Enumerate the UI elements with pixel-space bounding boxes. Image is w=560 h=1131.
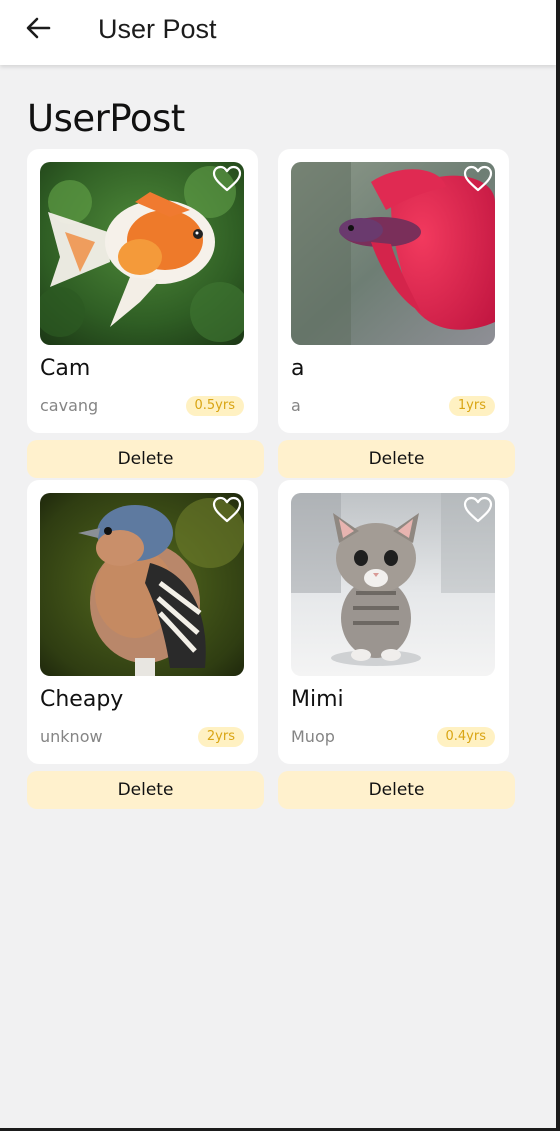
pet-name: a xyxy=(291,356,305,381)
delete-button[interactable]: Delete xyxy=(278,771,515,809)
app-bar-title: User Post xyxy=(98,14,217,44)
arrow-left-icon xyxy=(26,17,51,39)
pet-breed: Muop xyxy=(291,727,335,746)
age-badge: 2yrs xyxy=(197,727,244,747)
pet-photo-tabby-kitten xyxy=(291,493,495,676)
heart-outline-icon xyxy=(212,496,242,523)
post-card[interactable]: Mimi Muop 0.4yrs xyxy=(278,480,509,764)
pet-breed: cavang xyxy=(40,396,99,415)
screen: User Post UserPost Cam cavang 0.5yrs Del… xyxy=(0,0,560,1131)
pet-photo-goldfish xyxy=(40,162,244,345)
pet-name: Cheapy xyxy=(40,687,124,712)
heart-outline-icon xyxy=(463,165,493,192)
post-card[interactable]: a a 1yrs xyxy=(278,149,509,433)
pet-photo-betta-fish xyxy=(291,162,495,345)
pet-name: Cam xyxy=(40,356,91,381)
pet-breed: unknow xyxy=(40,727,103,746)
favorite-button[interactable] xyxy=(212,495,242,525)
age-badge: 0.4yrs xyxy=(436,727,495,747)
app-bar: User Post xyxy=(0,0,556,65)
favorite-button[interactable] xyxy=(212,164,242,194)
age-badge: 1yrs xyxy=(448,396,495,416)
delete-button[interactable]: Delete xyxy=(27,771,264,809)
favorite-button[interactable] xyxy=(463,164,493,194)
age-badge: 0.5yrs xyxy=(185,396,244,416)
post-card[interactable]: Cam cavang 0.5yrs xyxy=(27,149,258,433)
heart-outline-icon xyxy=(212,165,242,192)
page-heading: UserPost xyxy=(27,97,185,140)
pet-name: Mimi xyxy=(291,687,344,712)
back-button[interactable] xyxy=(18,10,58,46)
delete-button[interactable]: Delete xyxy=(27,440,264,478)
heart-outline-icon xyxy=(463,496,493,523)
favorite-button[interactable] xyxy=(463,495,493,525)
pet-breed: a xyxy=(291,396,301,415)
pet-photo-finch-bird xyxy=(40,493,244,676)
delete-button[interactable]: Delete xyxy=(278,440,515,478)
post-card[interactable]: Cheapy unknow 2yrs xyxy=(27,480,258,764)
